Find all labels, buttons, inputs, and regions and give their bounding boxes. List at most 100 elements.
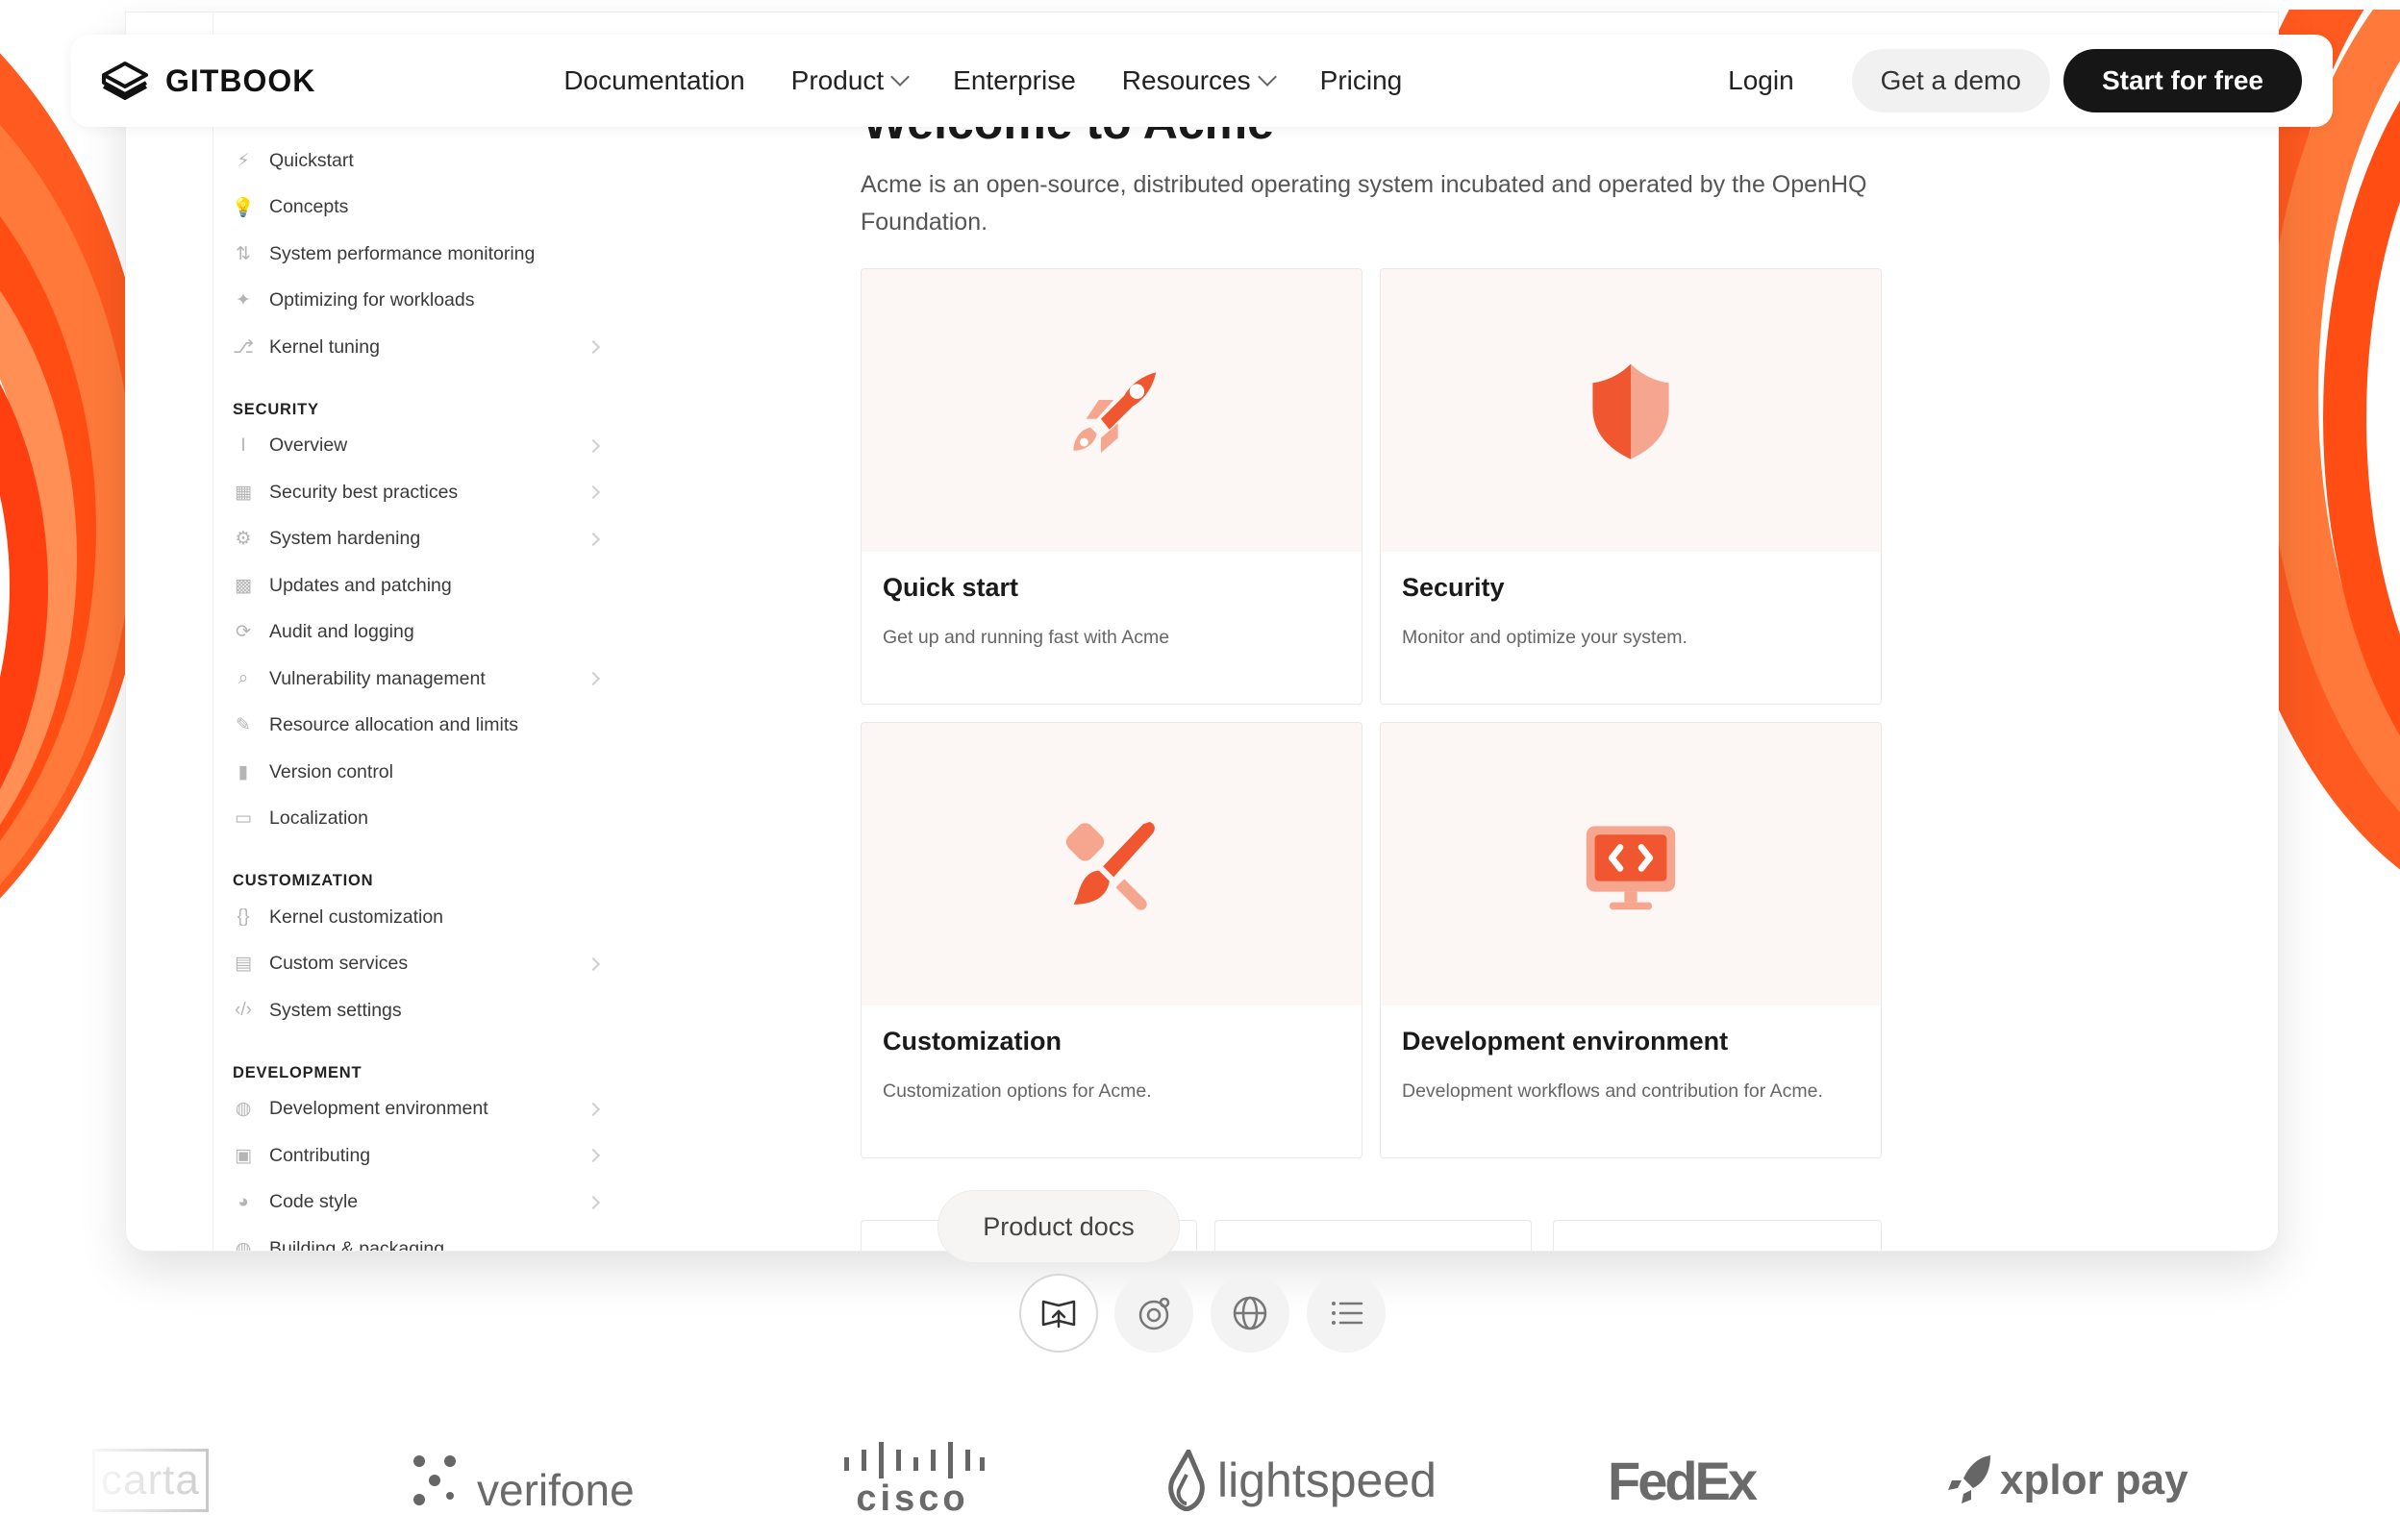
nav-product[interactable]: Product [790,65,911,96]
sidebar-item[interactable]: ⚙ System hardening [233,516,617,563]
brand-name: GITBOOK [165,62,316,98]
brush-icon [1065,822,1155,910]
search-icon: ⌕ [238,668,249,689]
sidebar-item-label: Quickstart [269,149,354,171]
card-quick-start[interactable]: Quick start Get up and running fast with… [861,268,1362,705]
nav-links: Documentation Product Enterprise Resourc… [563,65,1402,96]
chevron-right-icon[interactable] [586,532,601,546]
sidebar-item-label: Building & packaging [269,1237,445,1252]
sparkle-icon: ✦ [236,290,251,311]
card-security[interactable]: Security Monitor and optimize your syste… [1380,268,1882,705]
cursor-icon: I [240,435,246,456]
sidebar-item-label: Version control [269,760,393,782]
sidebar-section-title: CUSTOMIZATION [233,872,374,889]
nav-pricing[interactable]: Pricing [1320,65,1403,96]
sidebar-item[interactable]: ▤ Custom services [233,941,617,988]
top-navigation: GITBOOK Documentation Product Enterprise… [71,35,2333,127]
logos-fade [0,1413,250,1540]
login-link[interactable]: Login [1728,65,1794,96]
sidebar-item[interactable]: ⌕ Vulnerability management [233,656,617,703]
gear-icon: ⚙ [235,529,252,550]
sidebar-nav: ⚡ Quickstart 💡 Concepts ⇅ System performance … [232,137,617,1252]
chevron-right-icon[interactable] [586,485,601,500]
toolbar-analytics-button[interactable] [1114,1274,1193,1353]
rocket-icon [1073,372,1157,453]
sidebar-item-label: Audit and logging [269,621,414,643]
nav-label: Resources [1121,65,1251,95]
product-docs-tooltip: Product docs [938,1190,1180,1263]
lightspeed-flame-icon [1168,1450,1205,1511]
nav-enterprise[interactable]: Enterprise [953,65,1076,96]
chevron-right-icon[interactable] [586,672,601,686]
sidebar-item[interactable]: ⇅ System performance monitoring [233,231,617,278]
logo-text: cisco [856,1478,969,1519]
sidebar-item[interactable]: ✎ Resource allocation and limits [233,703,617,750]
sidebar-item[interactable]: ▮ Version control [233,749,617,796]
chevron-right-icon[interactable] [586,956,601,971]
sidebar-item[interactable]: ▦ Security best practices [233,469,617,516]
chart-icon: ⇅ [236,243,251,264]
sidebar-item[interactable]: ▭ Localization [233,796,617,843]
refresh-icon: ⟳ [236,622,251,643]
card-peek [1553,1220,1882,1251]
logo-text: xplor pay [2000,1456,2188,1503]
book-icon: ▤ [235,954,252,975]
sidebar-item[interactable]: ▩ Updates and patching [233,562,617,609]
toolbar-globe-button[interactable] [1211,1274,1289,1353]
sidebar-item[interactable]: ◕ Code style [233,1180,617,1227]
sidebar-item[interactable]: ⎇ Kernel tuning [233,324,617,371]
card-development-environment[interactable]: Development environment Development work… [1380,722,1882,1158]
card-title: Customization [883,1027,1062,1056]
sidebar-item-label: System settings [269,999,402,1021]
chevron-right-icon[interactable] [586,340,601,355]
sidebar-item-label: Updates and patching [269,574,452,596]
docs-preview-frame: ⚡ Quickstart 💡 Concepts ⇅ System performance … [125,12,2279,1252]
sidebar-item[interactable]: ⚡ Quickstart [233,137,617,185]
nav-label: Product [790,65,885,95]
sidebar-item-label: Kernel customization [269,906,444,928]
toolbar-list-button[interactable] [1307,1274,1386,1353]
shield-icon [1592,363,1669,460]
sidebar-item-label: Overview [269,435,348,457]
gitbook-logo-icon [102,62,148,100]
sidebar-item[interactable]: ◍ Building & packaging [233,1226,617,1252]
sidebar-item[interactable]: ▣ Contributing [233,1132,617,1180]
card-customization[interactable]: Customization Customization options for … [861,722,1362,1158]
chevron-right-icon[interactable] [586,1195,601,1209]
sidebar-item[interactable]: {} Kernel customization [233,894,617,941]
sidebar-item-label: Optimizing for workloads [269,289,475,311]
start-free-button[interactable]: Start for free [2062,49,2302,112]
list-icon [1332,1302,1363,1325]
sidebar-item[interactable]: ⟳ Audit and logging [233,609,617,657]
chevron-right-icon[interactable] [586,1102,601,1116]
chevron-right-icon[interactable] [586,1149,601,1163]
wand-icon: ✎ [236,715,251,736]
sidebar-item-label: Security best practices [269,481,459,503]
chevron-right-icon[interactable] [586,438,601,453]
docs-sidebar: ⚡ Quickstart 💡 Concepts ⇅ System performance … [212,12,732,1252]
nav-resources[interactable]: Resources [1121,65,1277,96]
window-icon: ▣ [235,1145,252,1166]
get-demo-button[interactable]: Get a demo [1851,49,2050,112]
card-title: Security [1402,573,1505,602]
sidebar-item-label: Resource allocation and limits [269,714,519,736]
sidebar-item[interactable]: 💡 Concepts [232,185,617,232]
logo-lightspeed: lightspeed [1165,1432,1437,1528]
customer-logos: carta verifone cisco lightspeed FedEx [0,1432,2400,1540]
analytics-icon [1138,1297,1170,1330]
layout-icon: ▦ [235,482,252,503]
translate-icon: ▭ [235,808,252,830]
card-cover [862,269,1362,552]
nav-documentation[interactable]: Documentation [563,65,744,96]
card-cover [1381,269,1881,552]
sidebar-item-label: System performance monitoring [269,242,536,264]
card-cover [862,723,1362,1006]
toolbar-docs-button[interactable] [1019,1274,1098,1353]
sidebar-item[interactable]: ◍ Development environment [233,1086,617,1133]
logo-cisco: cisco [840,1432,985,1528]
monitor-code-icon [1586,826,1676,910]
sidebar-item[interactable]: ✦ Optimizing for workloads [233,278,617,325]
sidebar-item[interactable]: I Overview [233,423,617,470]
gitbook-logo[interactable]: GITBOOK [100,58,315,104]
sidebar-item[interactable]: ‹/› System settings [233,987,617,1034]
